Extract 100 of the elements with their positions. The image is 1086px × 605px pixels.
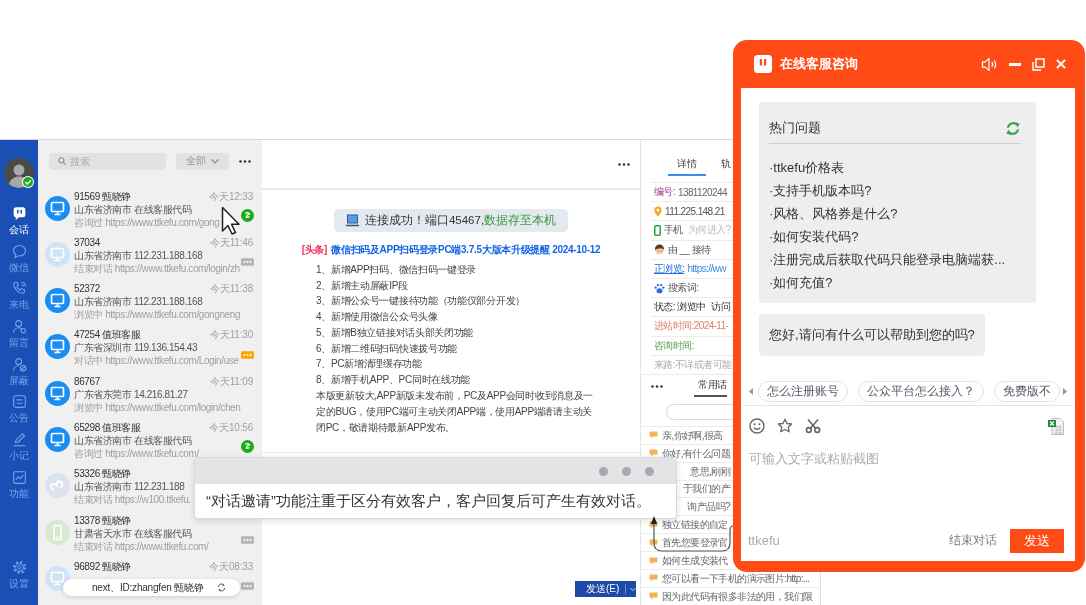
- speech-bubble-icon: [649, 556, 658, 565]
- pen-icon: [11, 432, 27, 448]
- phone-outline-icon: [654, 224, 661, 236]
- quick-reply-chip[interactable]: 怎么注册账号: [758, 380, 848, 402]
- spreadsheet-file-icon[interactable]: [1048, 417, 1064, 435]
- conversation-title: 96892 甄晓铮: [74, 559, 131, 573]
- conversation-location: 广东省深圳市 119.136.154.43: [74, 341, 198, 355]
- conversation-location: 甘肃省天水市 在线客服代码: [74, 526, 192, 540]
- more-icon[interactable]: [618, 162, 630, 166]
- chat-icon: [11, 206, 27, 221]
- more-icon[interactable]: [651, 384, 663, 388]
- conversation-location: 山东省济南市 112.231.188.168: [74, 295, 203, 309]
- connection-text: 连接成功！端口45467,: [364, 213, 485, 228]
- conversation-time: 今天11:46: [210, 235, 253, 249]
- dialog-title: 在线客服咨询: [780, 55, 858, 73]
- refresh-icon[interactable]: [217, 583, 226, 592]
- settings-icon: [11, 560, 27, 575]
- speech-bubble-icon: [649, 592, 658, 601]
- speaker-icon[interactable]: [981, 56, 998, 72]
- speech-bubble-icon: [649, 538, 658, 547]
- conversation-time: 今天10:56: [209, 421, 253, 434]
- faq-link[interactable]: ·风格、风格券是什么?: [769, 202, 898, 225]
- conversation-location: 山东省济南市 112.231.188.168: [74, 248, 203, 262]
- quick-phrase[interactable]: 询产品吗?: [687, 501, 730, 513]
- update-item: 3、新增公众号一键接待功能（功能仅部分开发）: [316, 294, 525, 309]
- conversation-location: 山东省济南市 112.231.188: [74, 480, 185, 494]
- more-icon[interactable]: [239, 159, 251, 163]
- star-icon[interactable]: [777, 418, 793, 434]
- close-icon[interactable]: [1056, 59, 1066, 69]
- send-button[interactable]: 发送(E): [575, 581, 636, 597]
- tip-text: “对话邀请”功能注重于区分有效客户，客户回复后可产生有效对话。: [205, 492, 652, 511]
- update-item: 2、新增主动屏蔽IP段: [316, 278, 408, 293]
- update-item: 1、新增APP扫码、微信扫码一键登录: [316, 263, 477, 277]
- conversation-activity: 对话中 https://www.ttkefu.com/Login/use: [74, 354, 239, 368]
- phrases-tab[interactable]: 常用话: [694, 375, 727, 398]
- person-icon: [11, 319, 27, 335]
- quick-phrase[interactable]: 独立链接的自定: [662, 519, 728, 531]
- update-item: 8、新增手机APP、PC同时在线功能: [316, 372, 471, 387]
- caret-left-icon[interactable]: [749, 387, 753, 395]
- scissors-icon[interactable]: [805, 418, 821, 434]
- quick-phrase[interactable]: 您可以看一下手机的演示图片:http:...: [662, 572, 810, 584]
- message-input[interactable]: 可输入文字或粘贴截图: [741, 446, 1075, 520]
- conversation-title: 37034: [74, 235, 100, 249]
- quick-phrase[interactable]: 首先您要登录官: [662, 537, 728, 549]
- page-link[interactable]: https://ww: [687, 263, 726, 275]
- app-logo-icon: [754, 55, 772, 73]
- headline-title: 微信扫码及APP扫码登录PC端3.7.5大版本升级提醒 2024-10-12: [331, 244, 601, 256]
- caret-right-icon[interactable]: [1063, 387, 1067, 395]
- paw-icon: [654, 282, 665, 294]
- info-text: 进站时间:2024-11-: [654, 319, 729, 334]
- conversation-activity: 咨询过 https://www.ttkefu.com/: [74, 447, 199, 460]
- quick-phrase[interactable]: 如何生成安装代: [662, 555, 728, 567]
- conversation-location: 广东省东莞市 14.216.81.27: [74, 387, 188, 401]
- nav-item[interactable]: 会话: [0, 202, 38, 240]
- quick-reply-chip[interactable]: 公众平台怎么接入？: [858, 380, 984, 402]
- quick-reply-chip[interactable]: 免费版不: [994, 380, 1060, 402]
- details-tab[interactable]: 轨: [712, 157, 731, 176]
- minimize-icon[interactable]: [1009, 62, 1021, 66]
- faq-link[interactable]: ·注册完成后获取代码只能登录电脑端获...: [769, 248, 1006, 271]
- message-bubble: 您好,请问有什么可以帮助到您的吗?: [759, 314, 985, 356]
- quick-phrase[interactable]: 亲,你好啊,很高: [662, 429, 723, 441]
- speech-bubble-icon: [11, 243, 27, 259]
- field-label: 正浏览:: [654, 261, 685, 276]
- conversation-location: 山东省济南市 在线客服代码: [74, 202, 192, 216]
- restore-icon[interactable]: [1032, 57, 1045, 71]
- quick-phrase[interactable]: 于我们的产: [683, 483, 730, 495]
- conversation-time: 今天12:33: [209, 189, 253, 203]
- refresh-icon[interactable]: [1005, 120, 1021, 136]
- smiley-icon[interactable]: [749, 418, 765, 434]
- window-dot-icon: [599, 466, 608, 476]
- faq-link[interactable]: ·ttkefu价格表: [769, 156, 845, 179]
- conversation-activity: 结束对话 https://www.ttkefu.com/: [74, 539, 209, 553]
- brand-text: ttkefu: [748, 533, 780, 548]
- details-tab[interactable]: 详情: [668, 157, 706, 176]
- faq-link[interactable]: ·如何安装代码?: [769, 225, 859, 248]
- search-field[interactable]: [666, 403, 733, 420]
- person-face-icon: [654, 244, 665, 256]
- search-icon: [58, 157, 66, 165]
- chart-icon: [11, 469, 27, 485]
- conversation-title: 53326 甄晓铮: [74, 467, 131, 481]
- faq-link[interactable]: ·如何充值?: [769, 271, 833, 294]
- caret-down-icon: [630, 586, 636, 592]
- conversation-title: 47254 值班客服: [74, 328, 141, 342]
- end-chat-button[interactable]: 结束对话: [949, 532, 997, 549]
- computer-icon: [345, 214, 359, 227]
- speech-bubble-icon: [649, 574, 658, 583]
- headline-tag: [头条]: [301, 244, 328, 256]
- notice-icon: [11, 394, 27, 410]
- conversation-time: 今天11:30: [210, 328, 253, 342]
- conversation-time: 今天11:38: [210, 282, 253, 296]
- conversation-title: 91569 甄晓铮: [74, 189, 131, 203]
- update-item: 4、新增使用微信公众号头像: [316, 310, 438, 325]
- quick-phrase[interactable]: 意思,刚刚: [690, 465, 730, 477]
- faq-link[interactable]: ·支持手机版本吗?: [769, 179, 872, 202]
- send-button[interactable]: 发送: [1010, 528, 1064, 553]
- update-item: 5、新增B独立链接对话头部关闭功能: [316, 325, 474, 340]
- quick-phrase[interactable]: 因为此代码有很多非法的用，我们限: [662, 590, 813, 602]
- conversation-activity: 结束对话 https://w100.ttkefu.: [74, 493, 191, 507]
- speech-bubble-icon: [649, 449, 658, 458]
- faq-title: 热门问题: [769, 119, 821, 137]
